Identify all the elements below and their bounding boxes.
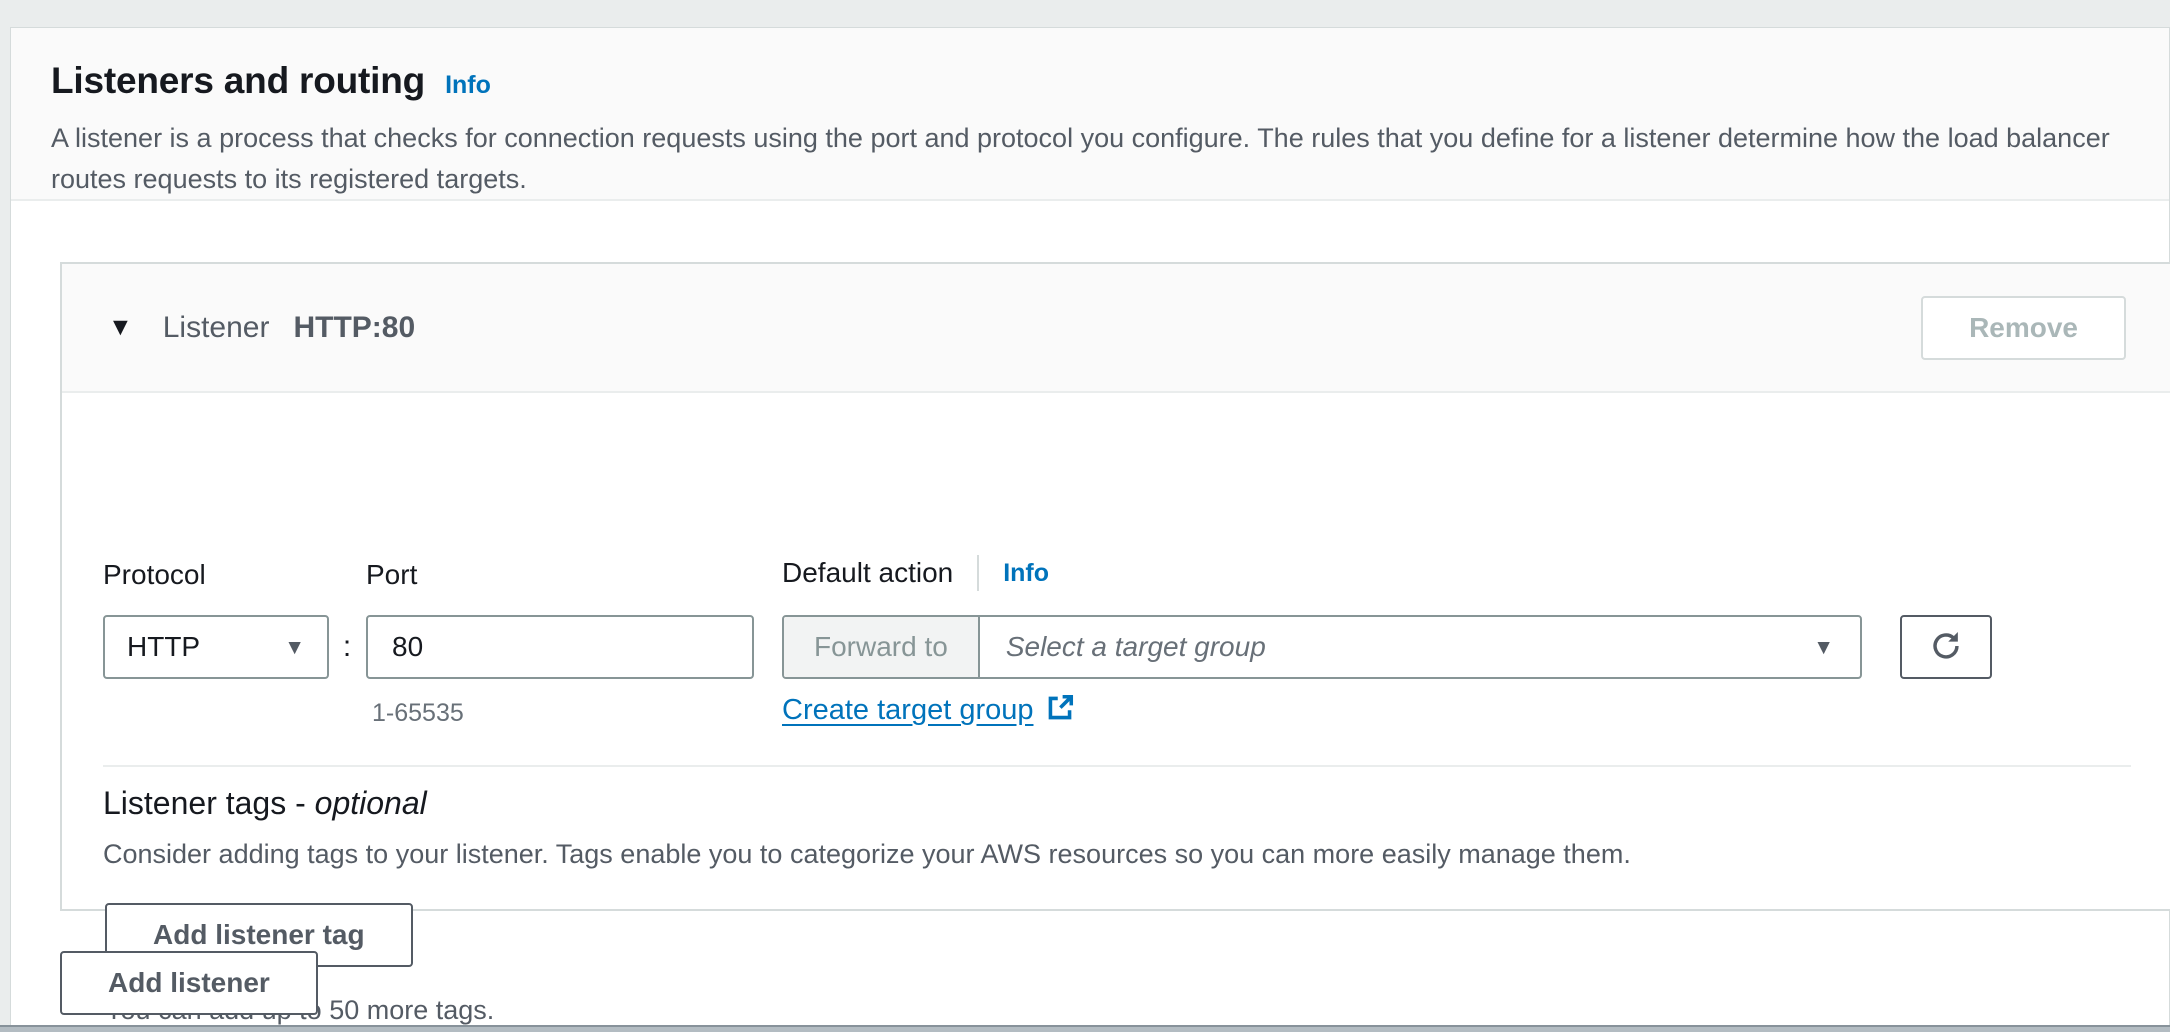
port-range-hint: 1-65535: [372, 699, 464, 727]
listener-panel-body: Protocol Port Default action Info HTTP ▼…: [62, 393, 2170, 1025]
section-description: A listener is a process that checks for …: [51, 123, 2110, 194]
listener-protocol-port: HTTP:80: [293, 310, 416, 344]
listener-panel: ▼ Listener HTTP:80 Remove Protocol Port …: [60, 262, 2170, 1025]
section-title: Listeners and routing: [51, 60, 426, 101]
next-section-edge: [0, 1025, 2170, 1032]
listener-tags-heading-text: Listener tags -: [103, 785, 306, 821]
listener-tags-description: Consider adding tags to your listener. T…: [103, 839, 1631, 869]
create-target-group-link-text: Create target group: [782, 694, 1034, 726]
listeners-section-card: Listeners and routing Info A listener is…: [10, 27, 2170, 1026]
listeners-and-routing-screen: Listeners and routing Info A listener is…: [0, 0, 2170, 1032]
default-action-info-link[interactable]: Info: [1003, 559, 1049, 588]
protocol-select[interactable]: HTTP ▼: [103, 615, 329, 679]
port-input[interactable]: [366, 615, 754, 679]
protocol-label: Protocol: [103, 559, 206, 590]
section-header: Listeners and routing Info A listener is…: [11, 28, 2169, 201]
collapse-caret-icon[interactable]: ▼: [108, 315, 133, 340]
target-group-placeholder: Select a target group: [1005, 631, 1266, 662]
label-divider: [977, 555, 980, 591]
forward-to-prefix: Forward to: [784, 617, 980, 677]
refresh-icon: [1928, 628, 1964, 667]
remove-listener-button[interactable]: Remove: [1921, 295, 2126, 360]
default-action-label: Default action: [782, 557, 954, 588]
listener-tags-optional-text: optional: [314, 785, 427, 821]
listener-panel-header: ▼ Listener HTTP:80 Remove: [62, 264, 2170, 393]
default-action-label-row: Default action Info: [782, 555, 1049, 591]
refresh-target-groups-button[interactable]: [1900, 615, 1992, 679]
section-title-row: Listeners and routing Info: [51, 60, 2125, 102]
create-target-group-link[interactable]: Create target group: [782, 693, 1075, 728]
protocol-port-separator: :: [342, 630, 352, 663]
listener-tags-heading: Listener tags - optional: [103, 785, 427, 822]
listener-label: Listener: [162, 310, 270, 344]
tags-section-divider: [103, 765, 2131, 767]
target-group-select[interactable]: Forward to Select a target group ▼: [782, 615, 1862, 679]
add-listener-button[interactable]: Add listener: [60, 951, 318, 1015]
port-label: Port: [366, 559, 418, 590]
section-info-link[interactable]: Info: [445, 71, 491, 100]
caret-down-icon: ▼: [1813, 635, 1834, 659]
external-link-icon: [1045, 693, 1075, 728]
caret-down-icon: ▼: [284, 635, 305, 659]
protocol-selected-value: HTTP: [127, 631, 201, 662]
